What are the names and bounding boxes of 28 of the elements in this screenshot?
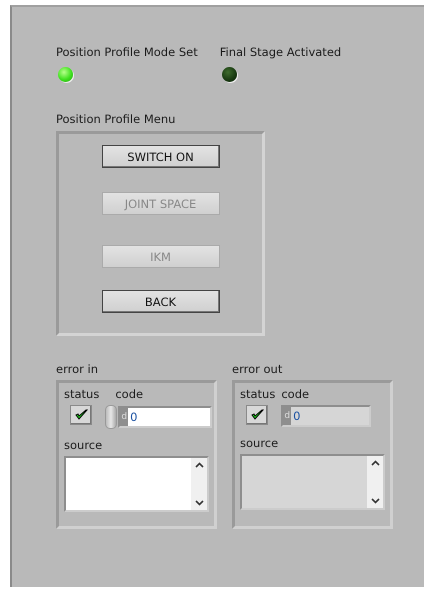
scroll-up-icon[interactable] <box>370 460 380 466</box>
source-label: source <box>240 436 280 450</box>
status-label: status <box>64 387 100 401</box>
code-label: code <box>114 387 144 401</box>
source-field[interactable] <box>240 454 385 510</box>
radix-indicator[interactable]: d <box>120 408 128 426</box>
radix-indicator[interactable]: d <box>283 407 292 425</box>
check-icon <box>250 409 264 421</box>
source-field[interactable] <box>64 456 209 512</box>
status-checkbox[interactable] <box>70 405 92 425</box>
code-value: 0 <box>292 409 300 423</box>
check-icon <box>74 409 88 421</box>
code-value: 0 <box>129 410 138 424</box>
menu-button[interactable]: BACK <box>102 290 220 313</box>
scroll-down-icon[interactable] <box>370 498 380 504</box>
led-label: Position Profile Mode Set <box>56 45 198 59</box>
status-label: status <box>240 387 276 401</box>
code-label: code <box>281 387 310 401</box>
cluster-label: error in <box>56 362 99 376</box>
menu-label: Position Profile Menu <box>56 112 176 126</box>
source-label: source <box>64 438 104 452</box>
led-label: Final Stage Activated <box>220 45 342 59</box>
status-checkbox[interactable] <box>246 405 268 425</box>
scroll-down-icon[interactable] <box>194 500 204 506</box>
cluster-label: error out <box>232 362 284 376</box>
menu-button[interactable]: SWITCH ON <box>102 145 220 168</box>
code-field[interactable]: d 0 <box>118 406 212 428</box>
scroll-up-icon[interactable] <box>194 462 204 468</box>
